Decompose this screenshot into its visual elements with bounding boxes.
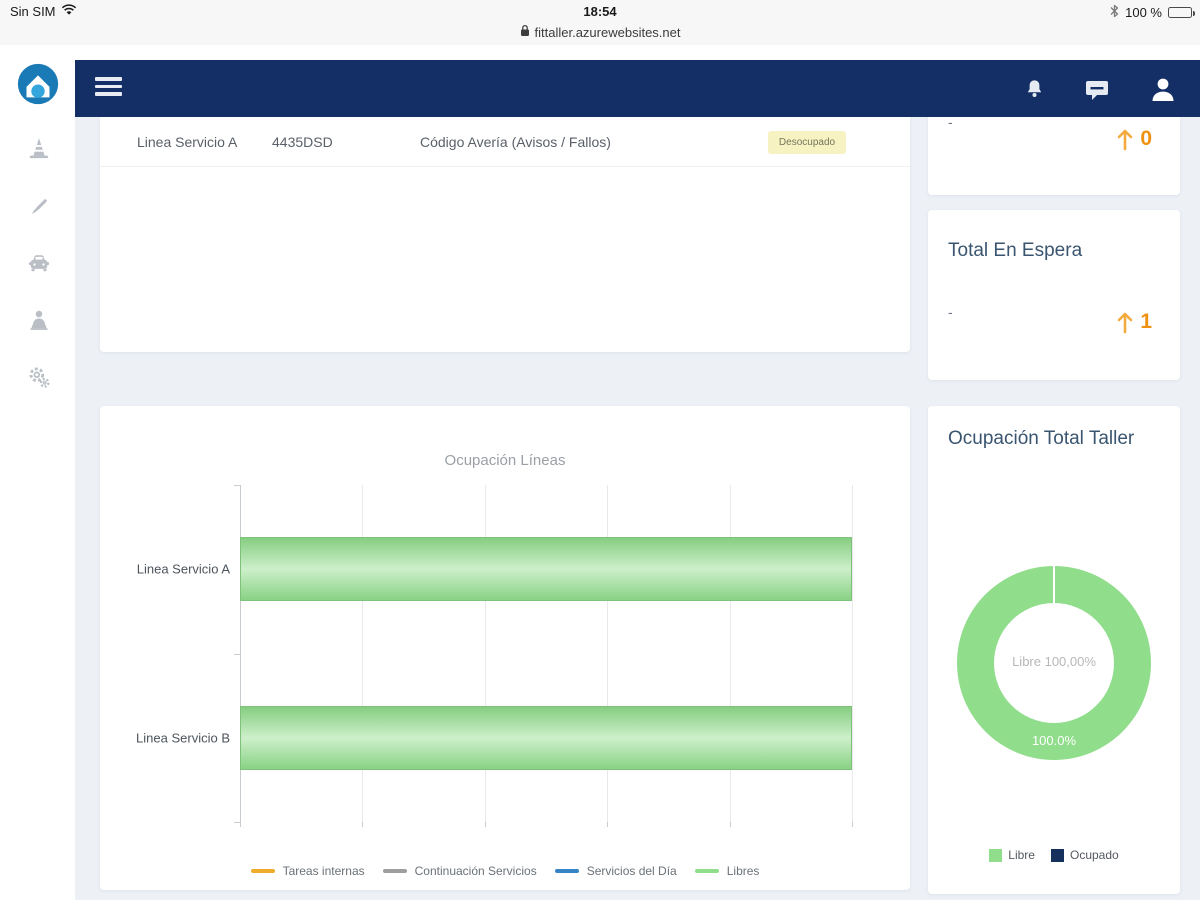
y-tick [234,653,240,655]
donut-chart[interactable]: Libre 100,00% 100.0% [957,566,1151,760]
bluetooth-icon [1110,4,1119,21]
total-en-espera-card: Total En Espera - 1 [928,210,1180,380]
donut-slice-label: 100.0% [1031,733,1077,748]
legend-label: Continuación Servicios [414,864,537,878]
attendant-icon [30,310,48,330]
row-service: Código Avería (Avisos / Fallos) [420,134,611,150]
legend-item[interactable]: Continuación Servicios [382,864,537,878]
legend-label: Ocupado [1069,848,1119,862]
kpi-top-value: 0 [1116,127,1152,151]
donut-legend-item[interactable]: Ocupado [1050,848,1119,862]
sidebar-item-settings[interactable] [26,365,52,391]
bar-category-label: Linea Servicio A [136,561,230,577]
x-tick [607,822,609,827]
service-table-card: Linea Servicio A 4435DSD Código Avería (… [100,117,910,352]
espera-dash: - [948,304,953,320]
bar-chart-title: Ocupación Líneas [444,452,566,469]
bar-segment-libres[interactable] [240,537,852,602]
legend-swatch [250,869,275,873]
legend-label: Libres [726,864,760,878]
y-tick [234,485,240,486]
x-tick [484,822,486,827]
row-plate: 4435DSD [272,134,333,150]
sidebar [0,45,75,900]
legend-label: Tareas internas [282,864,365,878]
sidebar-item-reception[interactable] [26,307,52,333]
cone-icon [29,138,49,159]
espera-title: Total En Espera [948,240,1083,261]
legend-item[interactable]: Servicios del Día [554,864,677,878]
legend-swatch [382,869,407,873]
car-icon [28,255,50,272]
gridline [362,485,364,822]
gridline [729,485,731,822]
sidebar-item-cone[interactable] [26,135,52,161]
sidebar-item-tools[interactable] [26,194,52,220]
gridline [484,485,486,822]
legend-swatch [554,869,579,873]
page-top-strip [0,45,1200,60]
donut-legend: Libre Ocupado [928,848,1180,862]
y-tick [234,822,240,823]
x-tick [852,822,853,827]
sidebar-item-vehicles[interactable] [26,250,52,276]
kpi-card-top: - 0 [928,117,1180,195]
wrench-icon [31,199,47,215]
legend-label: Libre [1008,848,1035,862]
legend-swatch [694,869,719,873]
gridline [852,485,853,822]
table-row[interactable]: Linea Servicio A 4435DSD Código Avería (… [100,117,910,167]
espera-value: 1 [1116,310,1152,334]
legend-item[interactable]: Tareas internas [250,864,365,878]
gridline [607,485,609,822]
ocupacion-lineas-card: Ocupación Líneas Linea Servicio A Linea S… [100,406,910,890]
legend-swatch [989,848,1003,862]
legend-label: Servicios del Día [586,864,677,878]
menu-icon[interactable] [95,77,122,99]
legend-swatch [1050,848,1064,862]
url-text: fittaller.azurewebsites.net [534,24,681,40]
arrow-up-icon [1118,129,1133,151]
app-header [75,60,1200,117]
battery-icon [1168,7,1195,18]
chat-icon[interactable] [1084,77,1110,101]
app-logo[interactable] [15,61,61,107]
row-line-name: Linea Servicio A [137,134,238,150]
kpi-dash: - [948,117,953,130]
gears-icon [29,367,50,388]
screen: Sin SIM 18:54 100 % fittaller.azurewebsi… [0,0,1200,900]
lock-icon [520,24,530,40]
main-content: Linea Servicio A 4435DSD Código Avería (… [75,117,1200,900]
x-tick [362,822,364,827]
bar-segment-libres[interactable] [240,705,852,770]
status-badge: Desocupado [768,131,846,154]
donut-legend-item[interactable]: Libre [989,848,1035,862]
clock: 18:54 [583,4,617,19]
x-tick [240,822,241,827]
bar-plot [234,485,853,827]
ocupacion-taller-card: Ocupación Total Taller Libre 100,00% 100… [928,406,1180,894]
bar-category-label: Linea Servicio B [136,730,230,746]
arrow-up-icon [1118,312,1133,334]
user-icon[interactable] [1148,74,1178,104]
donut-slice-divider [1053,566,1055,604]
x-tick [729,822,731,827]
bar-chart-legend: Tareas internas Continuación Servicios Ser… [100,864,910,878]
legend-item[interactable]: Libres [694,864,760,878]
bar-cat-labels: Linea Servicio A Linea Servicio B [100,485,230,822]
status-bar: Sin SIM 18:54 100 % fittaller.azurewebsi… [0,0,1200,45]
donut-center-label: Libre 100,00% [1012,654,1096,669]
battery-percent: 100 % [1125,5,1162,20]
status-indicators: 100 % [1110,4,1195,21]
y-axis-line [240,485,241,822]
address-bar[interactable]: fittaller.azurewebsites.net [0,24,1200,40]
bell-icon[interactable] [1023,77,1046,101]
donut-title: Ocupación Total Taller [948,428,1135,449]
